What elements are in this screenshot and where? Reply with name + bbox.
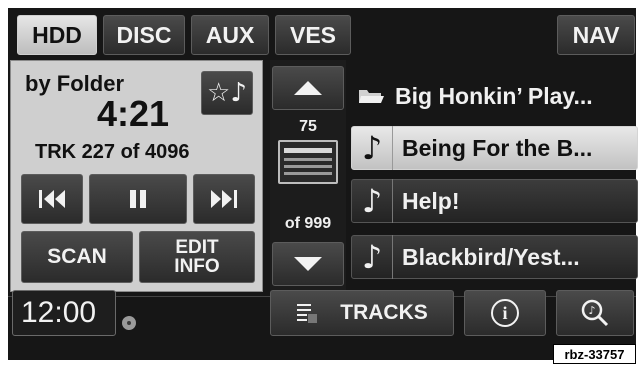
search-button[interactable]: ♪ — [556, 290, 634, 336]
figure-caption: rbz-33757 — [553, 344, 636, 364]
edit-info-label-line1: EDIT — [175, 237, 219, 258]
track-row[interactable]: ♪ Being For the B... — [351, 126, 638, 170]
music-note-icon: ♪ — [361, 182, 383, 220]
clock-display: 12:00 — [21, 296, 97, 329]
tracks-list-icon — [297, 304, 318, 323]
track-title: Being For the B... — [402, 134, 593, 161]
scroll-down-icon — [294, 257, 322, 271]
list-view-button[interactable] — [278, 140, 338, 184]
tab-hdd[interactable]: HDD — [17, 15, 97, 55]
tracks-button[interactable]: TRACKS — [270, 290, 454, 336]
tab-aux[interactable]: AUX — [191, 15, 269, 55]
radio-screen: HDD DISC AUX VES NAV by Folder 4:21 TRK … — [8, 8, 638, 360]
favorite-button[interactable]: ☆♪ — [201, 71, 253, 115]
scroll-up-button[interactable] — [272, 66, 344, 110]
tab-ves-label: VES — [289, 21, 337, 48]
nav-label: NAV — [572, 21, 620, 48]
play-time: 4:21 — [97, 93, 170, 134]
scroll-down-button[interactable] — [272, 242, 344, 286]
now-playing-panel: by Folder 4:21 TRK 227 of 4096 ☆♪ SCAN E… — [10, 60, 263, 292]
nav-button[interactable]: NAV — [557, 15, 635, 55]
tab-aux-label: AUX — [205, 21, 255, 48]
edit-info-label-line2: INFO — [174, 256, 220, 277]
tab-hdd-label: HDD — [32, 21, 82, 48]
tab-ves[interactable]: VES — [275, 15, 351, 55]
info-button[interactable]: i — [464, 290, 546, 336]
music-note-icon: ♪ — [361, 129, 383, 167]
track-title: Help! — [402, 187, 460, 214]
list-total: of 999 — [284, 215, 332, 232]
row-divider — [392, 179, 393, 223]
list-icon — [284, 148, 332, 175]
skip-forward-icon — [211, 190, 237, 208]
folder-icon — [359, 90, 384, 103]
search-music-icon: ♪ — [581, 299, 609, 327]
edit-info-button[interactable]: EDIT INFO — [139, 231, 255, 283]
pause-button[interactable] — [89, 174, 187, 224]
track-title: Blackbird/Yest... — [402, 243, 580, 270]
caption-text: rbz-33757 — [564, 346, 625, 362]
next-track-button[interactable] — [193, 174, 255, 224]
browse-scroll-column: 75 of 999 — [270, 60, 346, 292]
clock-button[interactable]: 12:00 — [12, 290, 116, 336]
folder-name: Big Honkin’ Play... — [395, 82, 593, 109]
skip-back-icon — [39, 190, 65, 208]
tab-disc-label: DISC — [116, 21, 172, 48]
music-note-icon: ♪ — [361, 238, 383, 276]
track-row[interactable]: ♪ Help! — [351, 179, 638, 223]
scroll-up-icon — [294, 81, 322, 95]
folder-row[interactable]: Big Honkin’ Play... — [351, 74, 638, 118]
svg-text:♪: ♪ — [588, 304, 595, 317]
row-divider — [392, 126, 393, 170]
tab-disc[interactable]: DISC — [103, 15, 185, 55]
scan-label: SCAN — [47, 245, 107, 268]
track-counter: TRK 227 of 4096 — [35, 141, 190, 163]
info-icon: i — [491, 299, 519, 327]
row-divider — [392, 235, 393, 279]
svg-text:i: i — [502, 303, 507, 323]
scan-button[interactable]: SCAN — [21, 231, 133, 283]
disc-indicator-icon — [122, 316, 136, 330]
previous-track-button[interactable] — [21, 174, 83, 224]
pause-icon — [130, 190, 146, 208]
track-row[interactable]: ♪ Blackbird/Yest... — [351, 235, 638, 279]
list-position: 75 — [299, 118, 317, 135]
favorite-music-icon: ☆♪ — [207, 78, 247, 108]
tracks-label: TRACKS — [340, 301, 428, 324]
